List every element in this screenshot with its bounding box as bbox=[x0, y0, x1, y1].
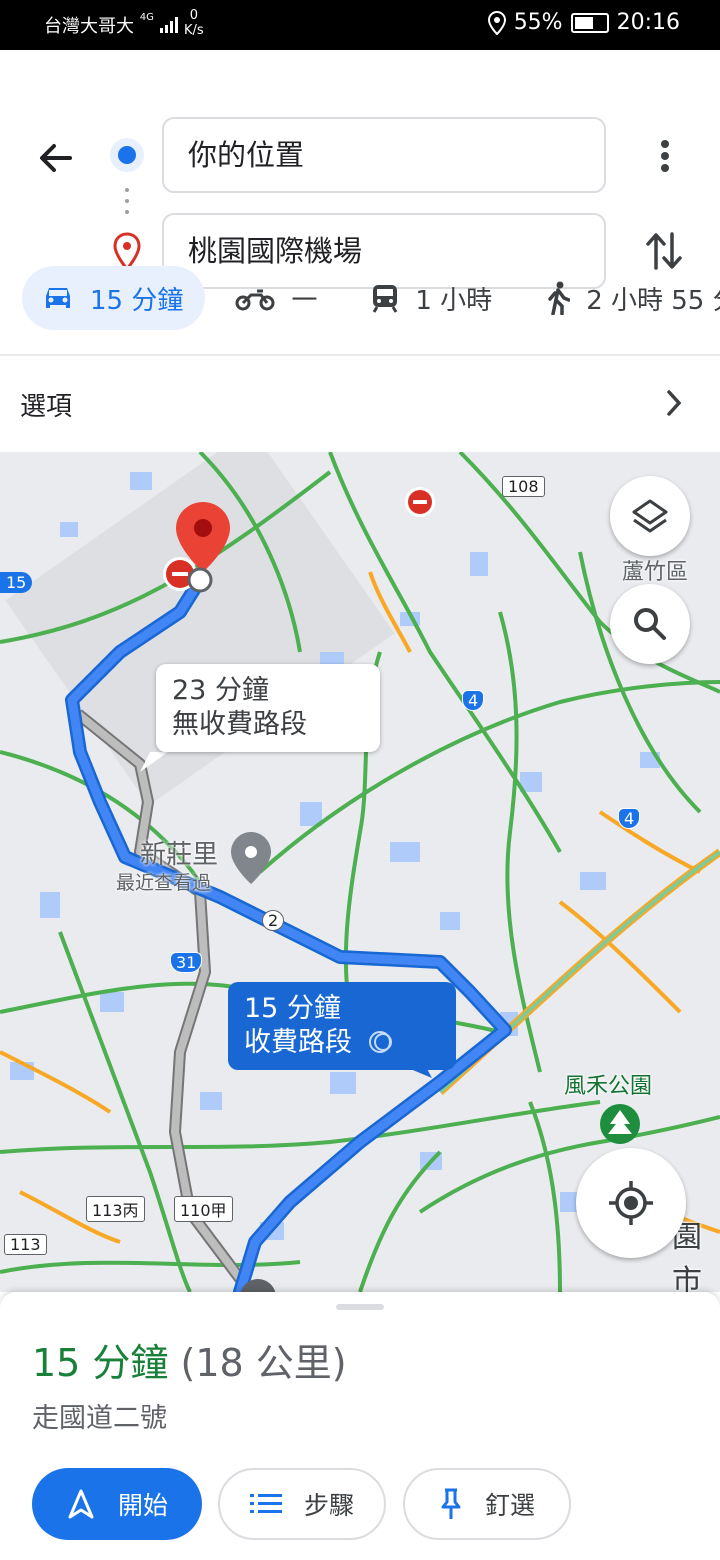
district-label: 蘆竹區 bbox=[622, 560, 689, 585]
tab-transit[interactable]: 1 小時 bbox=[371, 266, 492, 330]
my-location-button[interactable] bbox=[576, 1148, 686, 1258]
travel-mode-tabs: 15 分鐘 一 1 小時 2 小時 55 分 bbox=[22, 266, 720, 330]
road-badge-108: 108 bbox=[502, 476, 545, 497]
road-badge-15: 15 bbox=[0, 572, 33, 593]
battery-icon bbox=[570, 12, 609, 33]
road-badge-31: 31 bbox=[170, 952, 203, 973]
my-location-icon bbox=[609, 1181, 653, 1225]
clock: 20:16 bbox=[616, 10, 680, 35]
location-icon bbox=[487, 10, 506, 35]
options-row[interactable]: 選項 bbox=[0, 356, 720, 452]
transit-icon bbox=[373, 285, 398, 313]
carrier-name: 台灣大哥大 bbox=[44, 16, 134, 37]
route-dots-icon bbox=[125, 188, 129, 220]
more-options-icon[interactable] bbox=[650, 136, 680, 176]
road-badge-113: 113 bbox=[4, 1234, 47, 1255]
tab-walking-label: 2 小時 55 分 bbox=[586, 285, 720, 316]
duration-text: 15 分鐘 bbox=[32, 1341, 169, 1385]
search-button[interactable] bbox=[610, 584, 690, 664]
car-icon bbox=[46, 288, 70, 308]
recently-viewed-label: 最近查看過 bbox=[116, 872, 212, 894]
place-label-xinzhuang[interactable]: 新莊里 bbox=[140, 834, 218, 871]
carrier-label: 台灣大哥大 4G bbox=[44, 12, 182, 38]
alt-route-callout[interactable]: 23 分鐘 無收費路段 bbox=[156, 664, 380, 752]
walk-icon bbox=[548, 281, 571, 315]
tab-transit-label: 1 小時 bbox=[415, 285, 493, 316]
toll-icon bbox=[368, 1031, 392, 1053]
road-badge-113bing: 113丙 bbox=[86, 1196, 145, 1222]
recent-place-pin-icon bbox=[231, 832, 271, 884]
tab-driving-label: 15 分鐘 bbox=[90, 285, 184, 316]
options-label: 選項 bbox=[20, 392, 73, 422]
network-speed: 0 K/s bbox=[184, 8, 204, 38]
route-via: 走國道二號 bbox=[32, 1403, 167, 1434]
status-right: 55% 20:16 bbox=[487, 10, 680, 35]
alt-route-time: 23 分鐘 bbox=[172, 675, 269, 706]
origin-field[interactable]: 你的位置 bbox=[162, 117, 606, 193]
signal-icon bbox=[159, 17, 178, 33]
layers-button[interactable] bbox=[610, 476, 690, 556]
tab-motorcycle-label: 一 bbox=[291, 285, 318, 316]
search-icon bbox=[634, 608, 666, 640]
status-bar: 台灣大哥大 4G 0 K/s 55% 20:16 bbox=[0, 0, 720, 50]
start-label: 開始 bbox=[117, 1491, 168, 1520]
origin-dot-icon bbox=[110, 138, 144, 172]
map-view[interactable]: 108 113丙 110甲 113 15 4 4 31 2 23 分鐘 無收費路… bbox=[0, 452, 720, 1292]
tab-walking[interactable]: 2 小時 55 分 bbox=[546, 266, 720, 330]
alt-route-note: 無收費路段 bbox=[172, 709, 307, 740]
steps-label: 步驟 bbox=[303, 1491, 354, 1520]
back-arrow-icon[interactable] bbox=[34, 136, 78, 180]
road-badge-2: 2 bbox=[262, 910, 285, 931]
layers-icon bbox=[632, 499, 668, 533]
speed-unit: K/s bbox=[184, 23, 204, 38]
tab-driving[interactable]: 15 分鐘 bbox=[22, 266, 206, 330]
chevron-right-icon bbox=[667, 390, 682, 416]
main-route-callout[interactable]: 15 分鐘 收費路段 bbox=[228, 982, 456, 1070]
network-type: 4G bbox=[139, 12, 154, 23]
battery-percent: 55% bbox=[513, 10, 563, 35]
directions-header: 你的位置 桃園國際機場 15 分鐘 一 1 小時 2 小時 55 bbox=[0, 50, 720, 354]
motorcycle-icon bbox=[235, 289, 275, 311]
list-icon bbox=[249, 1494, 282, 1513]
main-route-time: 15 分鐘 bbox=[244, 993, 341, 1024]
main-route-note: 收費路段 bbox=[244, 1027, 352, 1058]
speed-value: 0 bbox=[189, 8, 198, 23]
pin-button[interactable]: 釘選 bbox=[403, 1468, 571, 1540]
distance-text: (18 公里) bbox=[180, 1341, 347, 1385]
route-duration: 15 分鐘 (18 公里) bbox=[32, 1332, 347, 1387]
pin-icon bbox=[441, 1488, 461, 1519]
pin-label: 釘選 bbox=[484, 1491, 535, 1520]
park-label[interactable]: 風禾公園 bbox=[564, 1068, 652, 1100]
start-navigation-button[interactable]: 開始 bbox=[32, 1468, 202, 1540]
park-pin-icon bbox=[600, 1104, 640, 1144]
route-summary-sheet[interactable]: 15 分鐘 (18 公里) 走國道二號 開始 步驟 釘選 bbox=[0, 1292, 720, 1560]
road-badge-110jia: 110甲 bbox=[174, 1196, 233, 1222]
drag-handle[interactable] bbox=[336, 1304, 384, 1310]
navigation-arrow-icon bbox=[68, 1489, 94, 1519]
steps-button[interactable]: 步驟 bbox=[218, 1468, 386, 1540]
tab-motorcycle[interactable]: 一 bbox=[235, 266, 317, 330]
